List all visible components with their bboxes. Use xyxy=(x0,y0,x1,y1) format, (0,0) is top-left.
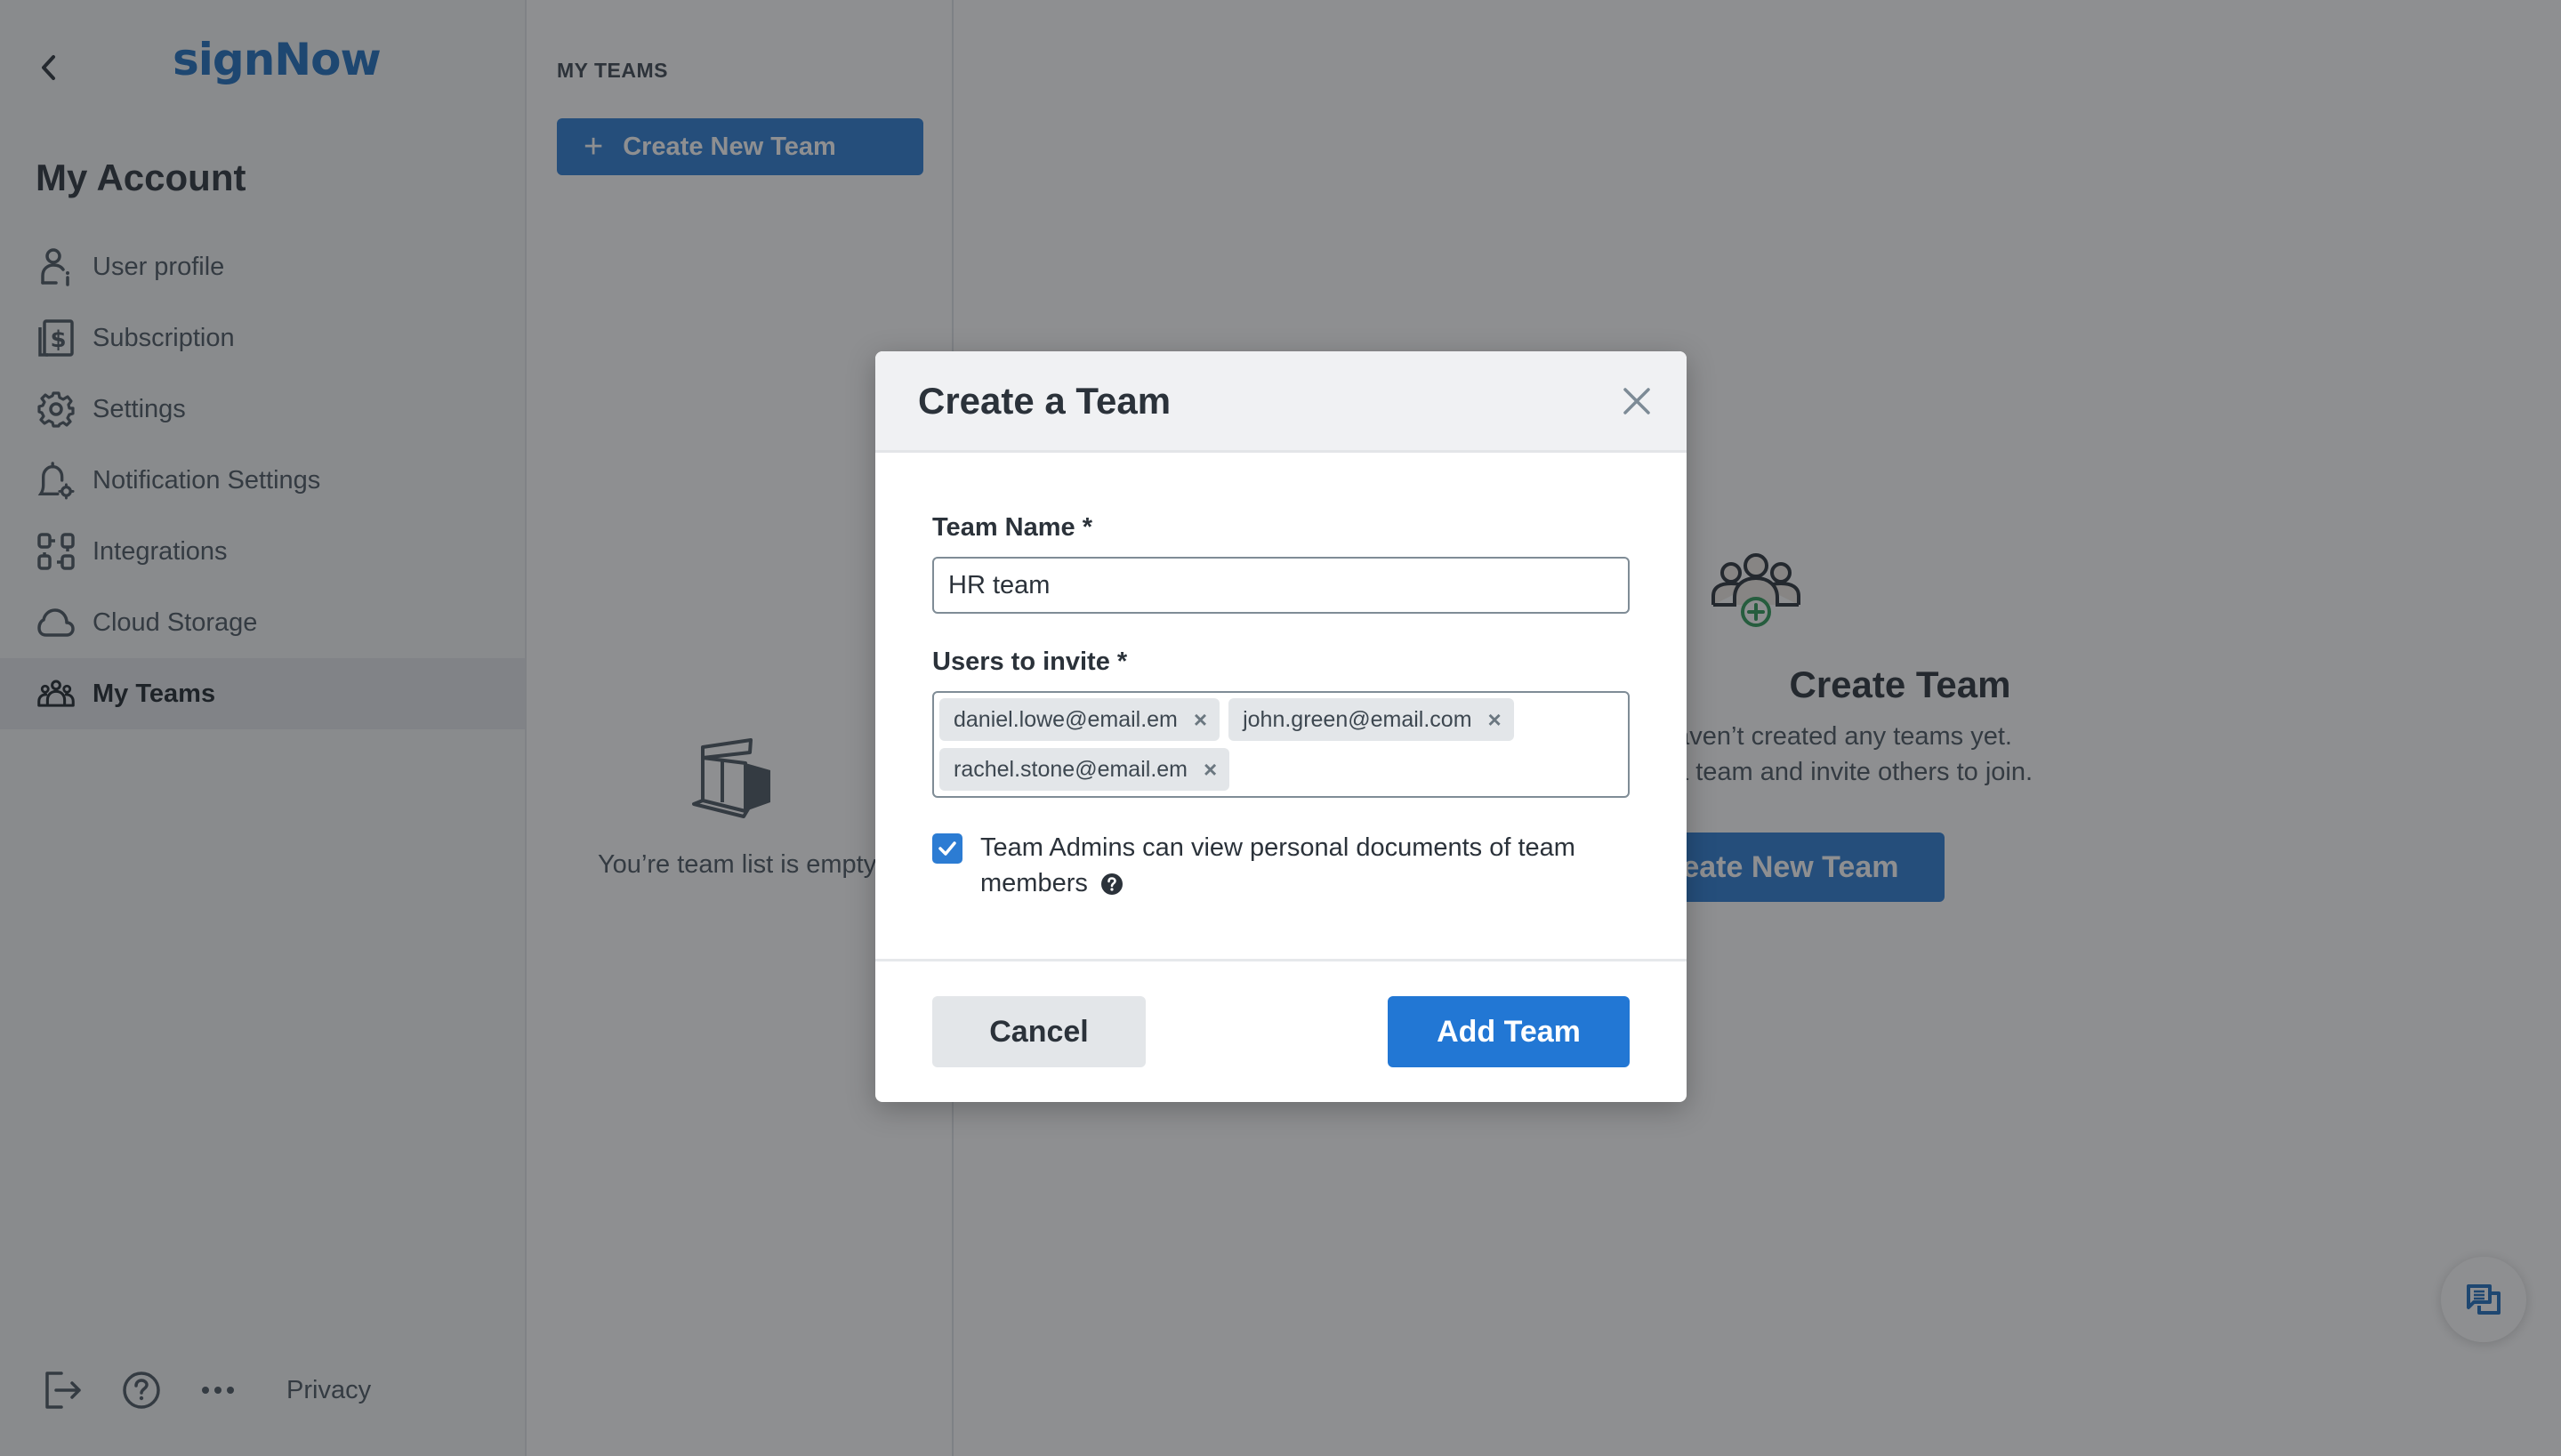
users-to-invite-label: Users to invite * xyxy=(932,648,1128,676)
close-dialog-button[interactable] xyxy=(1619,383,1655,419)
admin-view-label-text: Team Admins can view personal documents … xyxy=(980,833,1575,897)
invitee-email: daniel.lowe@email.em xyxy=(954,706,1178,732)
remove-invitee-button[interactable]: × xyxy=(1204,758,1217,781)
invitee-tag: john.green@email.com × xyxy=(1228,698,1514,741)
invitee-tag: rachel.stone@email.em × xyxy=(939,748,1230,791)
team-name-label: Team Name * xyxy=(932,513,1092,542)
invitee-tag: daniel.lowe@email.em × xyxy=(939,698,1220,741)
add-team-button[interactable]: Add Team xyxy=(1388,996,1630,1067)
admin-view-label: Team Admins can view personal documents … xyxy=(980,830,1621,901)
app-root: signNow My Account User profile $ Subscr… xyxy=(0,0,2561,1456)
checkmark-icon xyxy=(938,841,956,856)
admin-view-checkbox[interactable] xyxy=(932,833,962,864)
dialog-footer: Cancel Add Team xyxy=(875,959,1687,1102)
help-tooltip-button[interactable] xyxy=(1100,873,1123,896)
dialog-title: Create a Team xyxy=(918,379,1172,422)
dialog-body: Team Name * Users to invite * daniel.low… xyxy=(875,453,1687,901)
admin-view-option: Team Admins can view personal documents … xyxy=(932,830,1630,901)
invitee-email: john.green@email.com xyxy=(1243,706,1472,732)
question-circle-icon xyxy=(1100,873,1123,896)
users-to-invite-input[interactable]: daniel.lowe@email.em × john.green@email.… xyxy=(932,691,1630,798)
team-name-input[interactable] xyxy=(932,557,1630,614)
close-icon xyxy=(1623,387,1650,414)
remove-invitee-button[interactable]: × xyxy=(1488,708,1502,731)
invitee-email: rachel.stone@email.em xyxy=(954,756,1188,782)
cancel-button[interactable]: Cancel xyxy=(932,996,1146,1067)
remove-invitee-button[interactable]: × xyxy=(1194,708,1207,731)
create-team-dialog: Create a Team Team Name * Users to invit… xyxy=(875,351,1687,1102)
dialog-header: Create a Team xyxy=(875,351,1687,453)
